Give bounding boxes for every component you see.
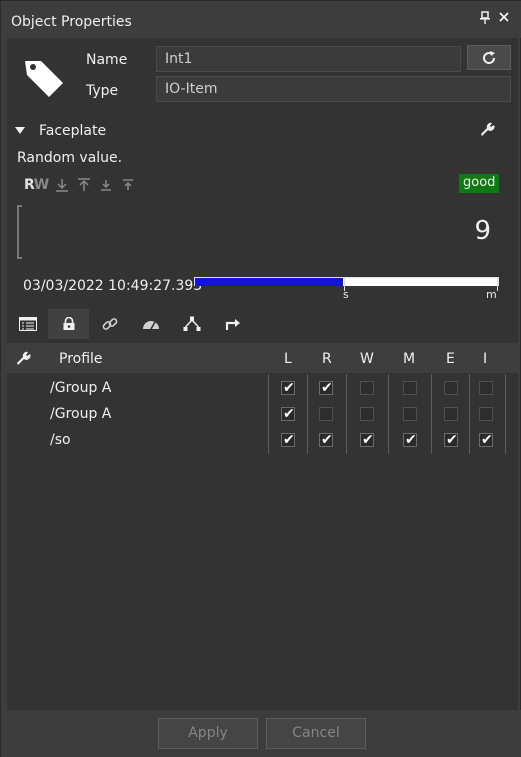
permission-checkbox-r[interactable]: ✔ xyxy=(319,380,333,396)
permission-checkbox-r[interactable] xyxy=(319,407,333,421)
write-indicator: W xyxy=(33,177,49,193)
wrench-icon[interactable] xyxy=(15,350,31,370)
upload-alt-icon[interactable] xyxy=(120,177,136,193)
type-label: Type xyxy=(86,83,119,99)
checkmark-icon: ✔ xyxy=(362,432,374,448)
column-header-e[interactable]: E xyxy=(446,351,455,367)
checkmark-icon: ✔ xyxy=(283,432,295,448)
download-alt-icon[interactable] xyxy=(98,177,114,193)
permission-checkbox-w[interactable] xyxy=(360,407,374,421)
properties-content: Name Int1 Type IO-Item Faceplate Random … xyxy=(7,38,518,710)
wrench-icon[interactable] xyxy=(479,121,495,141)
tab-strip xyxy=(7,309,518,339)
column-header-l[interactable]: L xyxy=(284,351,292,367)
permission-checkbox-w[interactable]: ✔ xyxy=(360,432,374,448)
age-bar-tick-m xyxy=(497,278,498,291)
upload-icon[interactable] xyxy=(76,177,92,193)
column-divider xyxy=(469,374,470,454)
tab-gauge[interactable] xyxy=(130,309,171,339)
column-divider xyxy=(431,374,432,454)
dialog-footer: Apply Cancel xyxy=(1,710,521,757)
permission-checkbox-l[interactable]: ✔ xyxy=(281,406,295,422)
current-value: 9 xyxy=(474,216,491,246)
checkmark-icon: ✔ xyxy=(405,432,417,448)
checkmark-icon: ✔ xyxy=(283,406,295,422)
permission-checkbox-i[interactable] xyxy=(479,381,493,395)
permission-checkbox-i[interactable]: ✔ xyxy=(479,432,493,448)
collapse-caret-icon[interactable] xyxy=(15,127,25,134)
name-label: Name xyxy=(86,52,128,68)
permission-checkbox-r[interactable]: ✔ xyxy=(319,432,333,448)
age-bar-fill xyxy=(195,278,344,286)
type-field[interactable]: IO-Item xyxy=(156,76,511,102)
pin-icon[interactable] xyxy=(478,11,492,27)
permission-checkbox-m[interactable] xyxy=(403,381,417,395)
age-bar-label-m: m xyxy=(486,288,497,301)
checkmark-icon: ✔ xyxy=(321,380,333,396)
lock-icon xyxy=(63,317,74,330)
permission-checkbox-e[interactable]: ✔ xyxy=(444,432,458,448)
faceplate-section-label[interactable]: Faceplate xyxy=(39,123,106,139)
permission-checkbox-e[interactable] xyxy=(444,407,458,421)
access-toolbar: RW xyxy=(24,177,136,193)
permission-checkbox-l[interactable]: ✔ xyxy=(281,432,295,448)
window-title: Object Properties xyxy=(11,14,132,30)
permission-checkbox-i[interactable] xyxy=(479,407,493,421)
permission-checkbox-m[interactable]: ✔ xyxy=(403,432,417,448)
hierarchy-icon xyxy=(183,316,200,331)
checkmark-icon: ✔ xyxy=(446,432,458,448)
permission-checkbox-w[interactable] xyxy=(360,381,374,395)
table-row: /so ✔ ✔ ✔ ✔ ✔ ✔ xyxy=(7,428,518,453)
column-header-i[interactable]: I xyxy=(483,351,487,367)
gauge-icon xyxy=(142,321,159,330)
faceplate-description: Random value. xyxy=(17,150,123,166)
column-divider xyxy=(268,374,269,454)
close-icon[interactable] xyxy=(497,11,511,27)
column-divider xyxy=(346,374,347,454)
title-bar: Object Properties xyxy=(1,1,521,38)
column-header-m[interactable]: M xyxy=(403,351,415,367)
permissions-header: Profile L R W M E I xyxy=(7,343,518,373)
profile-name: /Group A xyxy=(50,380,112,396)
quality-badge: good xyxy=(459,174,500,193)
table-row: /Group A ✔ xyxy=(7,402,518,427)
link-icon xyxy=(102,318,117,330)
rw-indicator: RW xyxy=(24,177,49,193)
route-icon xyxy=(225,319,240,330)
cancel-button[interactable]: Cancel xyxy=(266,718,366,749)
column-divider xyxy=(388,374,389,454)
tab-links[interactable] xyxy=(89,309,130,339)
value-bracket xyxy=(17,205,22,259)
object-properties-window: Object Properties Name Int1 Type IO-Item xyxy=(0,0,521,757)
column-header-profile[interactable]: Profile xyxy=(59,351,103,367)
permission-checkbox-l[interactable]: ✔ xyxy=(281,380,295,396)
checkmark-icon: ✔ xyxy=(283,380,295,396)
column-header-r[interactable]: R xyxy=(322,351,332,367)
table-row: /Group A ✔ ✔ xyxy=(7,376,518,401)
permission-checkbox-m[interactable] xyxy=(403,407,417,421)
age-bar xyxy=(194,277,499,291)
checkmark-icon: ✔ xyxy=(321,432,333,448)
apply-button[interactable]: Apply xyxy=(158,718,258,749)
tab-security[interactable] xyxy=(48,309,89,339)
column-divider xyxy=(505,374,506,454)
profile-name: /so xyxy=(50,432,71,448)
tab-list[interactable] xyxy=(7,309,48,339)
tab-route[interactable] xyxy=(212,309,253,339)
profile-name: /Group A xyxy=(50,406,112,422)
permission-checkbox-e[interactable] xyxy=(444,381,458,395)
tag-icon xyxy=(21,53,67,99)
age-bar-label-s: s xyxy=(343,288,349,301)
column-header-w[interactable]: W xyxy=(360,351,374,367)
column-divider xyxy=(307,374,308,454)
checkmark-icon: ✔ xyxy=(481,432,493,448)
read-indicator: R xyxy=(24,177,35,193)
refresh-button[interactable] xyxy=(467,45,511,70)
refresh-icon xyxy=(483,50,496,64)
list-icon xyxy=(18,317,37,331)
timestamp: 03/03/2022 10:49:27.393 xyxy=(23,278,203,294)
name-field[interactable]: Int1 xyxy=(156,46,461,72)
download-icon[interactable] xyxy=(54,177,70,193)
tab-hierarchy[interactable] xyxy=(171,309,212,339)
